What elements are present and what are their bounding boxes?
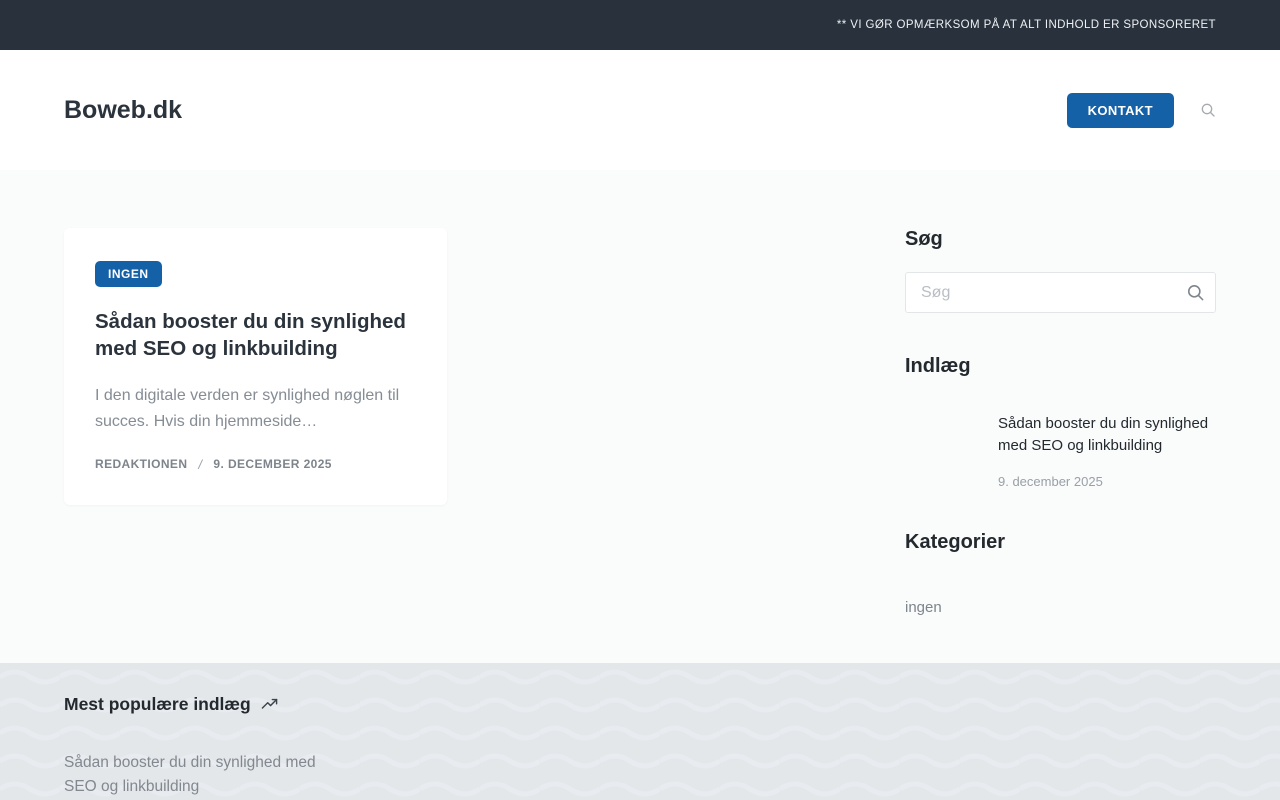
site-header: Boweb.dk KONTAKT [0,50,1280,170]
search-submit-button[interactable] [1178,276,1212,309]
post-title[interactable]: Sådan booster du din synlighed med SEO o… [95,308,416,362]
top-notice-bar: ** VI GØR OPMÆRKSOM PÅ AT ALT INDHOLD ER… [0,0,1280,50]
popular-post-link[interactable]: Sådan booster du din synlighed med SEO o… [64,751,334,800]
sponsored-notice-text: ** VI GØR OPMÆRKSOM PÅ AT ALT INDHOLD ER… [836,19,1216,31]
category-link-ingen[interactable]: ingen [905,599,942,616]
recent-posts-widget: Indlæg Sådan booster du din synlighed me… [905,355,1216,489]
site-logo-title[interactable]: Boweb.dk [64,96,182,125]
search-icon [1186,283,1205,302]
post-card[interactable]: INGEN Sådan booster du din synlighed med… [64,228,447,505]
popular-posts-heading-row: Mest populære indlæg [64,694,1216,715]
sidebar-post-body: Sådan booster du din synlighed med SEO o… [998,408,1216,489]
search-toggle-button[interactable] [1200,102,1216,118]
popular-posts-heading: Mest populære indlæg [64,694,251,714]
sidebar-post-title[interactable]: Sådan booster du din synlighed med SEO o… [998,413,1216,457]
header-actions: KONTAKT [1066,92,1216,128]
post-meta: REDAKTIONEN / 9. DECEMBER 2025 [95,457,416,472]
list-item: Sådan booster du din synlighed med SEO o… [905,408,1216,489]
categories-heading: Kategorier [905,531,1006,554]
categories-widget: Kategorier ingen [905,531,1216,617]
category-badge[interactable]: INGEN [95,261,162,287]
trending-up-icon [261,696,278,713]
search-icon [1200,102,1216,118]
kontakt-button[interactable]: KONTAKT [1066,92,1174,128]
sidebar-post-date: 9. december 2025 [998,474,1103,490]
meta-separator: / [198,456,203,472]
recent-posts-heading: Indlæg [905,355,971,377]
post-list-column: INGEN Sådan booster du din synlighed med… [64,228,881,617]
search-widget: Søg [905,228,1216,313]
search-input[interactable] [905,272,1216,313]
main-content-area: INGEN Sådan booster du din synlighed med… [0,170,1280,663]
site-footer: Mest populære indlæg Sådan booster du di… [0,663,1280,800]
sidebar: Søg Indlæg [905,228,1216,617]
search-widget-heading: Søg [905,228,943,250]
post-thumbnail-placeholder [905,408,983,486]
post-date: 9. DECEMBER 2025 [213,457,332,472]
search-form [905,272,1216,313]
post-excerpt: I den digitale verden er synlighed nøgle… [95,387,400,430]
post-author[interactable]: REDAKTIONEN [95,457,187,471]
